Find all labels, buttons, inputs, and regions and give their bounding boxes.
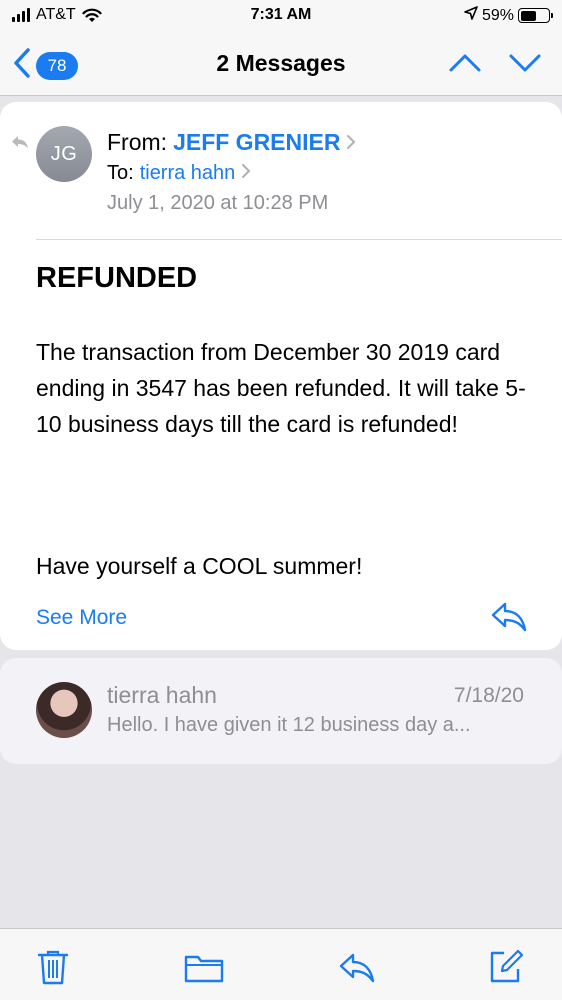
message-signoff: Have yourself a COOL summer!: [36, 553, 363, 579]
see-more-link[interactable]: See More: [36, 606, 127, 630]
trash-icon[interactable]: [36, 949, 70, 990]
from-row[interactable]: From: JEFF GRENIER: [107, 126, 356, 158]
message-header: From: JEFF GRENIER To: tierra hahn July …: [107, 126, 356, 218]
compose-icon[interactable]: [488, 949, 524, 990]
message-card: JG From: JEFF GRENIER To: tierra hahn Ju…: [0, 102, 562, 650]
sender-name[interactable]: JEFF GRENIER: [173, 126, 340, 158]
bottom-toolbar: [0, 928, 562, 1000]
to-row[interactable]: To: tierra hahn: [107, 158, 356, 188]
collapsed-message[interactable]: tierra hahn 7/18/20 Hello. I have given …: [0, 658, 562, 764]
header-divider: [36, 239, 562, 240]
status-bar: AT&T 7:31 AM 59%: [0, 0, 562, 34]
message-body: The transaction from December 30 2019 ca…: [36, 339, 526, 437]
message-date: July 1, 2020 at 10:28 PM: [107, 192, 329, 214]
message-preview: Hello. I have given it 12 business day a…: [107, 714, 471, 736]
to-label: To:: [107, 162, 134, 184]
replied-indicator-icon: [10, 134, 30, 155]
battery-icon: [518, 8, 553, 23]
from-label: From:: [107, 129, 168, 155]
location-arrow-icon: [464, 6, 478, 25]
reply-icon[interactable]: [338, 951, 376, 990]
sender-name: tierra hahn: [107, 682, 217, 708]
navigation-bar: 78 2 Messages: [0, 34, 562, 96]
message-date: 7/18/20: [453, 684, 524, 707]
reply-icon[interactable]: [490, 600, 528, 639]
next-message-icon[interactable]: [508, 48, 542, 83]
recipient-name[interactable]: tierra hahn: [140, 158, 236, 188]
sender-avatar: JG: [36, 126, 92, 182]
message-navigation: [448, 48, 542, 83]
folder-icon[interactable]: [184, 953, 224, 988]
message-subject: REFUNDED: [36, 262, 198, 294]
status-right: 59%: [464, 6, 553, 25]
chevron-right-icon: [346, 126, 356, 158]
chevron-right-icon: [241, 158, 251, 188]
previous-message-icon[interactable]: [448, 48, 482, 83]
battery-percent: 59%: [481, 6, 514, 24]
sender-photo-avatar: [36, 682, 92, 738]
battery-fill: [520, 10, 537, 21]
